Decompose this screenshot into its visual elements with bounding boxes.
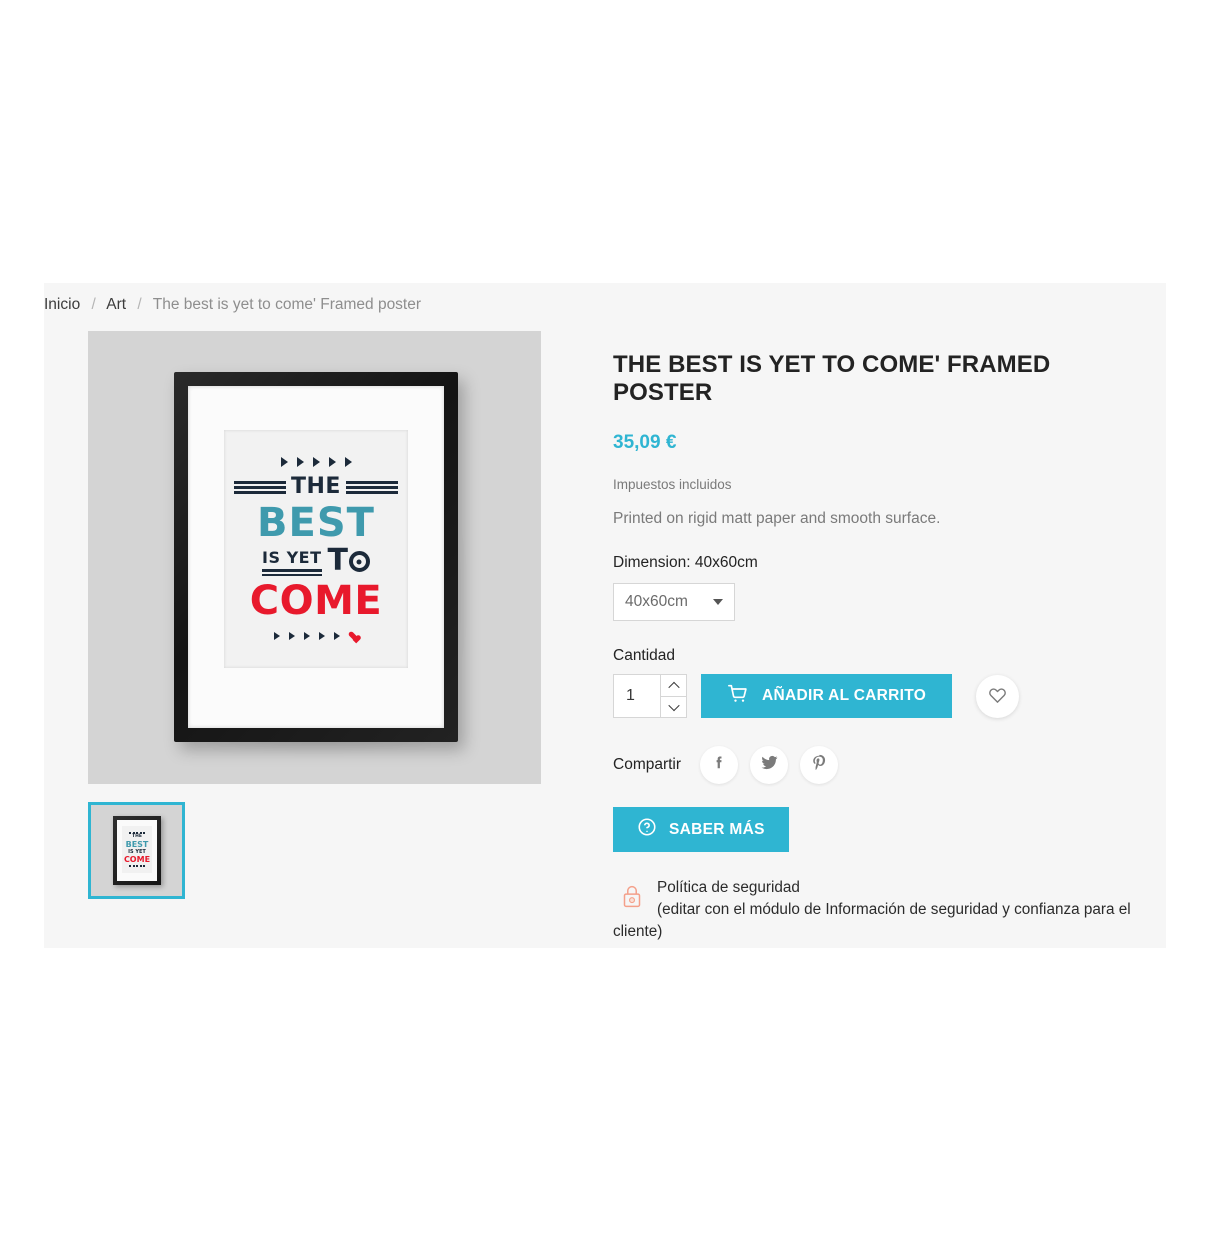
product-info: THE BEST IS YET TO COME' FRAMED POSTER 3…: [613, 351, 1153, 948]
target-circle-icon: [348, 551, 370, 572]
arrow-icon: [274, 632, 280, 641]
product-price: 35,09 €: [613, 432, 677, 454]
chevron-up-icon: [667, 681, 680, 693]
arrow-icon: [334, 632, 340, 641]
breadcrumb-current: The best is yet to come' Framed poster: [152, 296, 422, 313]
thumbnail-list: THE BEST IS YET COME: [88, 802, 543, 899]
poster-line-isyet: IS YET T: [262, 546, 370, 576]
policy-text: (editar con el módulo de Información de …: [613, 901, 1131, 940]
thumbnail-word-come: COME: [123, 854, 151, 864]
poster-line-the: THE: [228, 476, 404, 498]
lock-icon: [613, 877, 651, 915]
share-facebook-button[interactable]: [700, 746, 739, 785]
share-row: Compartir: [613, 746, 1153, 785]
question-circle-icon: [637, 817, 657, 842]
rule-group-isyet: [262, 569, 322, 576]
thumbnail-word-best: BEST: [125, 839, 149, 849]
breadcrumb-category[interactable]: Art: [106, 296, 126, 313]
add-to-cart-label: AÑADIR AL CARRITO: [762, 687, 927, 705]
quantity-stepper[interactable]: [613, 674, 687, 719]
quantity-decrease-button[interactable]: [661, 695, 686, 718]
frame-mat: THE BEST IS YET T COME: [188, 386, 444, 728]
dimension-select-value: 40x60cm: [625, 593, 688, 611]
thumbnail-item-1[interactable]: THE BEST IS YET COME: [88, 802, 185, 899]
poster-artwork: THE BEST IS YET T COME: [224, 430, 408, 668]
share-pinterest-button[interactable]: [800, 746, 839, 785]
dimension-label: Dimension: 40x60cm: [613, 554, 758, 572]
rule-group-right: [345, 481, 398, 494]
dimension-select[interactable]: 40x60cm: [613, 583, 735, 622]
quantity-input[interactable]: [614, 675, 660, 718]
arrow-icon: [312, 457, 320, 468]
breadcrumb-separator-2: /: [137, 296, 142, 313]
thumbnail-mat: THE BEST IS YET COME: [117, 820, 157, 881]
thumbnail-word-isyet: IS YET: [128, 848, 146, 855]
thumbnail-frame: THE BEST IS YET COME: [113, 816, 161, 885]
quantity-buttons: [660, 675, 686, 718]
policy-title: Política de seguridad: [657, 879, 800, 897]
breadcrumb-separator-1: /: [91, 296, 96, 313]
share-twitter-button[interactable]: [750, 746, 789, 785]
policy-list: Política de seguridad (editar con el mód…: [613, 877, 1153, 948]
poster-word-the: THE: [291, 474, 341, 500]
twitter-icon: [760, 753, 779, 777]
arrow-icon: [328, 457, 336, 468]
heart-icon: [988, 686, 1007, 707]
cart-icon: [727, 684, 749, 709]
chevron-down-icon: [667, 700, 680, 712]
arrow-icon: [344, 457, 352, 468]
product-page: Inicio / Art / The best is yet to come' …: [0, 0, 1211, 1240]
poster-arrows-bottom: [274, 632, 358, 641]
more-info-label: SABER MÁS: [669, 820, 765, 838]
poster-word-best: BEST: [257, 500, 375, 547]
more-info-button[interactable]: SABER MÁS: [613, 807, 789, 853]
facebook-icon: [710, 754, 728, 777]
policy-item-security: Política de seguridad (editar con el mód…: [613, 877, 1153, 942]
wishlist-button[interactable]: [976, 674, 1020, 718]
page-title: THE BEST IS YET TO COME' FRAMED POSTER: [613, 351, 1051, 406]
purchase-row: AÑADIR AL CARRITO: [613, 674, 1153, 719]
poster-word-isyet: IS YET: [262, 548, 322, 568]
arrow-icon: [304, 632, 310, 641]
thumbnail-poster: THE BEST IS YET COME: [122, 826, 152, 873]
arrow-icon: [289, 632, 295, 641]
product-gallery: THE BEST IS YET T COME THE BEST IS YET C…: [88, 331, 543, 899]
quantity-increase-button[interactable]: [661, 675, 686, 696]
add-to-cart-button[interactable]: AÑADIR AL CARRITO: [701, 674, 953, 719]
poster-arrows-top: [280, 457, 352, 468]
arrow-icon: [280, 457, 288, 468]
rule-group-left: [234, 481, 287, 494]
product-short-description: Printed on rigid matt paper and smooth s…: [613, 510, 941, 528]
poster-word-come: COME: [249, 577, 383, 624]
breadcrumb-home[interactable]: Inicio: [44, 296, 80, 313]
poster-frame: THE BEST IS YET T COME: [174, 372, 458, 742]
share-label: Compartir: [613, 756, 682, 774]
tax-note: Impuestos incluidos: [613, 477, 732, 493]
breadcrumb: Inicio / Art / The best is yet to come' …: [44, 296, 421, 314]
heart-icon: [349, 632, 358, 641]
isyet-group: IS YET: [262, 548, 322, 576]
arrow-icon: [296, 457, 304, 468]
pinterest-icon: [810, 754, 828, 777]
arrow-icon: [319, 632, 325, 641]
thumbnail-dots-bottom: [129, 864, 145, 867]
product-content-container: Inicio / Art / The best is yet to come' …: [44, 283, 1166, 948]
quantity-label: Cantidad: [613, 647, 676, 665]
chevron-down-icon: [713, 599, 723, 606]
poster-word-to: T: [328, 546, 370, 576]
product-main-image[interactable]: THE BEST IS YET T COME: [88, 331, 541, 784]
